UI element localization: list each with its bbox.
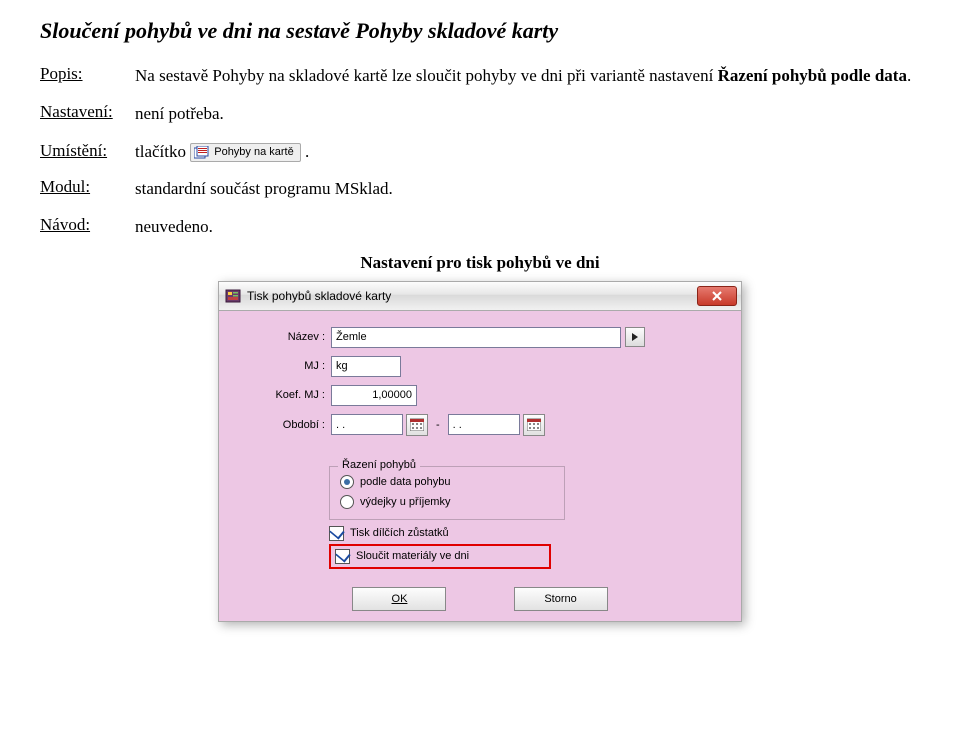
radio-podle-data[interactable]: podle data pohybu xyxy=(340,475,554,489)
koef-input[interactable]: 1,00000 xyxy=(331,385,417,406)
highlight-frame: Sloučit materiály ve dni xyxy=(329,544,551,569)
pohyby-na-karte-label: Pohyby na kartě xyxy=(214,145,294,160)
razeni-pohybu-group: Řazení pohybů podle data pohybu výdejky … xyxy=(329,466,565,520)
razeni-pohybu-title: Řazení pohybů xyxy=(338,459,420,471)
radio-vydejky-u-prijemky[interactable]: výdejky u příjemky xyxy=(340,495,554,509)
radio-podle-data-label: podle data pohybu xyxy=(360,476,451,488)
obdobi-label: Období : xyxy=(233,419,331,431)
card-icon xyxy=(194,146,210,160)
obdobi-from-calendar-button[interactable] xyxy=(406,414,428,436)
check-tisk-dilcich[interactable]: Tisk dílčích zůstatků xyxy=(329,526,727,541)
def-label-nastaveni: Nastavení: xyxy=(40,102,135,122)
mj-label: MJ : xyxy=(233,360,331,372)
section-heading: Sloučení pohybů ve dni na sestavě Pohyby… xyxy=(40,18,920,44)
def-value-navod: neuvedeno. xyxy=(135,215,920,239)
nazev-input[interactable]: Žemle xyxy=(331,327,621,348)
calendar-icon xyxy=(527,418,541,431)
def-label-modul: Modul: xyxy=(40,177,135,197)
check-sloucit-materialy[interactable]: Sloučit materiály ve dni xyxy=(335,549,469,564)
umisteni-pre: tlačítko xyxy=(135,142,190,161)
obdobi-from-input[interactable]: . . xyxy=(331,414,403,435)
dialog-title: Tisk pohybů skladové karty xyxy=(247,289,697,303)
obdobi-range-dash: - xyxy=(436,419,440,431)
popis-text-post: . xyxy=(907,66,911,85)
nazev-label: Název : xyxy=(233,331,331,343)
pohyby-na-karte-button[interactable]: Pohyby na kartě xyxy=(190,143,301,162)
checkbox-icon xyxy=(329,526,344,541)
def-value-umisteni: tlačítko Pohyby na kartě . xyxy=(135,140,920,164)
radio-dot-icon xyxy=(340,495,354,509)
popis-text-bold: Řazení pohybů podle data xyxy=(718,66,907,85)
umisteni-post: . xyxy=(305,142,309,161)
dialog-window: Tisk pohybů skladové karty Název : Žemle… xyxy=(218,281,742,622)
screenshot-caption: Nastavení pro tisk pohybů ve dni xyxy=(40,253,920,273)
close-button[interactable] xyxy=(697,286,737,306)
check-sloucit-materialy-label: Sloučit materiály ve dni xyxy=(356,550,469,562)
obdobi-to-input[interactable]: . . xyxy=(448,414,520,435)
koef-label: Koef. MJ : xyxy=(233,389,331,401)
storno-button[interactable]: Storno xyxy=(514,587,608,611)
storno-button-label: Storno xyxy=(544,593,576,605)
obdobi-to-calendar-button[interactable] xyxy=(523,414,545,436)
popis-text-pre: Na sestavě Pohyby na skladové kartě lze … xyxy=(135,66,718,85)
calendar-icon xyxy=(410,418,424,431)
play-icon xyxy=(631,333,639,341)
def-label-popis: Popis: xyxy=(40,64,135,84)
ok-button-label: OK xyxy=(392,593,408,605)
dialog-titlebar[interactable]: Tisk pohybů skladové karty xyxy=(218,281,742,310)
radio-vydejky-label: výdejky u příjemky xyxy=(360,496,450,508)
close-icon xyxy=(712,291,722,301)
check-tisk-dilcich-label: Tisk dílčích zůstatků xyxy=(350,527,449,539)
ok-button[interactable]: OK xyxy=(352,587,446,611)
checkbox-icon xyxy=(335,549,350,564)
def-label-navod: Návod: xyxy=(40,215,135,235)
radio-dot-icon xyxy=(340,475,354,489)
def-value-modul: standardní součást programu MSklad. xyxy=(135,177,920,201)
mj-input[interactable]: kg xyxy=(331,356,401,377)
def-value-nastaveni: není potřeba. xyxy=(135,102,920,126)
app-icon xyxy=(225,288,241,304)
def-value-popis: Na sestavě Pohyby na skladové kartě lze … xyxy=(135,64,920,88)
def-label-umisteni: Umístění: xyxy=(40,141,135,161)
nazev-lookup-button[interactable] xyxy=(625,327,645,347)
